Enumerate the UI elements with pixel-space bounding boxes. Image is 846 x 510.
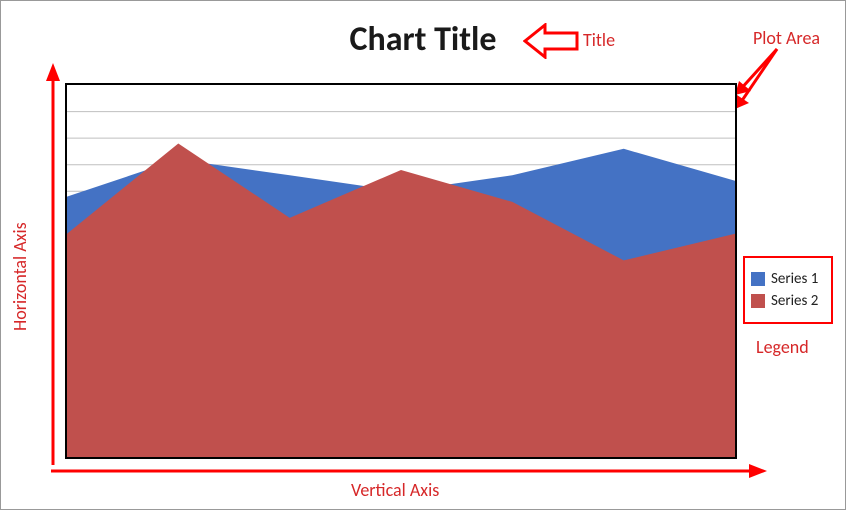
annotation-horizontal-axis-label: Horizontal Axis <box>9 222 31 331</box>
legend-swatch-series-1 <box>751 272 765 286</box>
y-axis-arrow-icon <box>43 63 63 473</box>
legend-label-series-2: Series 2 <box>771 292 818 310</box>
title-arrow-icon <box>523 23 579 59</box>
chart-plot-area <box>65 83 737 459</box>
annotation-vertical-axis-label: Vertical Axis <box>351 479 439 501</box>
chart-title: Chart Title <box>1 19 845 60</box>
annotation-title-label: Title <box>583 29 615 51</box>
legend-item-series-1: Series 1 <box>751 270 825 288</box>
legend-label-series-1: Series 1 <box>771 270 818 288</box>
x-axis-arrow-icon <box>47 461 767 481</box>
chart-legend: Series 1 Series 2 <box>743 256 833 324</box>
chart-svg <box>67 85 735 457</box>
legend-item-series-2: Series 2 <box>751 292 825 310</box>
annotation-legend-label: Legend <box>756 336 809 358</box>
legend-swatch-series-2 <box>751 294 765 308</box>
